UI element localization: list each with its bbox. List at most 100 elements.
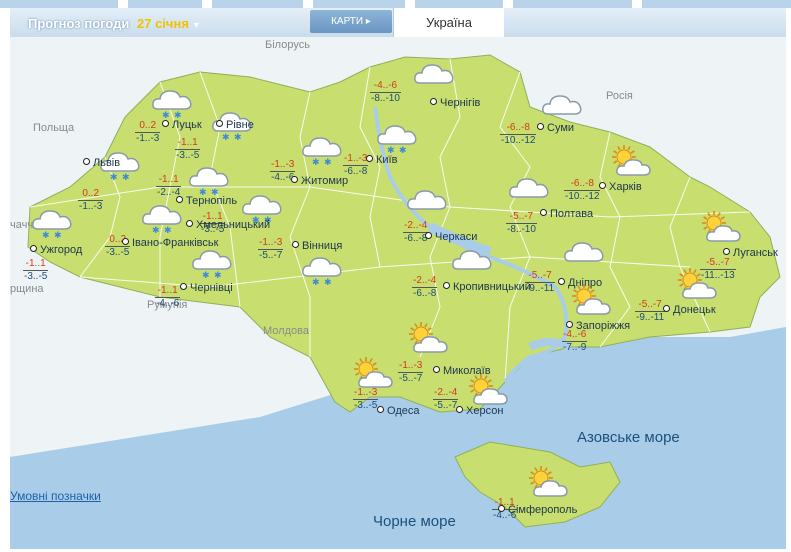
city-marker[interactable]: Кропивницький — [443, 281, 531, 293]
city-marker[interactable]: Чернівці — [180, 282, 233, 294]
country-label-poland: Польща — [33, 122, 75, 134]
day-temperature: -4..-6 — [370, 80, 401, 93]
day-temperature: -2..-4 — [412, 275, 438, 288]
day-temperature: -5..-7 — [635, 299, 666, 312]
temperature-block: -5..-7 -9..-11 — [525, 270, 556, 295]
temperature-block: -5..-7 -8..-10 — [506, 211, 537, 236]
temperature-block: 0..2 -1..-3 — [135, 120, 161, 145]
city-dot-icon — [430, 98, 437, 105]
svg-text:✱: ✱ — [214, 271, 222, 279]
temperature-block: -1..-3 -5..-7 — [258, 237, 284, 262]
temperature-block: -6..-8 -10..-12 — [500, 122, 537, 147]
day-temperature: -1..1 — [155, 285, 181, 298]
night-temperature: -5..-7 — [434, 400, 458, 411]
city-marker[interactable]: Чернігів — [430, 97, 480, 109]
city-dot-icon — [366, 155, 373, 162]
country-label-moldova: Молдова — [263, 325, 309, 337]
city-dot-icon — [291, 176, 298, 183]
sea-label-black: Чорне море — [373, 513, 456, 530]
city-dot-icon — [456, 406, 463, 413]
day-temperature: -1..1 — [156, 174, 182, 187]
city-marker[interactable]: Полтава — [540, 208, 593, 220]
date-selector[interactable]: 27 січня ▼ — [137, 16, 201, 31]
city-dot-icon — [443, 282, 450, 289]
city-marker[interactable]: Львів — [83, 157, 120, 169]
night-temperature: -9..-11 — [526, 283, 555, 294]
city-marker[interactable]: Запоріжжя — [566, 320, 630, 332]
night-temperature: -6..-8 — [413, 288, 437, 299]
country-label-belarus: Білорусь — [265, 39, 310, 51]
day-temperature: -2..-4 — [433, 387, 459, 400]
city-marker[interactable]: Тернопіль — [176, 195, 237, 207]
svg-text:✱: ✱ — [164, 226, 172, 234]
night-temperature: -8..-10 — [371, 93, 400, 104]
temperature-block: -5..-7 -9..-11 — [635, 299, 666, 324]
legend-link[interactable]: Умовні позначки — [10, 489, 101, 503]
day-temperature: -5..-7 — [506, 211, 537, 224]
city-marker[interactable]: Луцьк — [162, 119, 202, 131]
svg-text:✱: ✱ — [110, 173, 118, 181]
city-name: Житомир — [301, 175, 349, 187]
city-marker[interactable]: Херсон — [456, 405, 503, 417]
city-marker[interactable]: Суми — [537, 122, 574, 134]
svg-text:✱: ✱ — [54, 231, 62, 239]
day-temperature: -1..-3 — [270, 159, 296, 172]
city-marker[interactable]: Рівне — [216, 119, 254, 131]
temperature-block: -6..-8 -10..-12 — [564, 178, 601, 203]
svg-text:✱: ✱ — [122, 173, 130, 181]
night-temperature: -5..-7 — [399, 373, 423, 384]
day-temperature: -1..-3 — [398, 360, 424, 373]
night-temperature: -8..-10 — [507, 224, 536, 235]
temperature-block: -1..1 -4..-6 — [155, 285, 181, 310]
city-name: Хмельницький — [196, 219, 271, 231]
day-temperature: -1..-3 — [258, 237, 284, 250]
city-dot-icon — [425, 232, 432, 239]
city-marker[interactable]: Вінниця — [292, 240, 342, 252]
night-temperature: -1..-3 — [79, 201, 103, 212]
city-marker[interactable]: Київ — [366, 154, 397, 166]
city-dot-icon — [566, 321, 573, 328]
city-dot-icon — [122, 238, 129, 245]
top-tab-strip — [0, 0, 791, 8]
svg-text:✱: ✱ — [324, 278, 332, 286]
city-marker[interactable]: Хмельницький — [186, 219, 270, 231]
city-marker[interactable]: Житомир — [291, 175, 348, 187]
day-temperature: -6..-8 — [564, 178, 601, 191]
night-temperature: -4..-6 — [156, 298, 180, 309]
svg-text:✱: ✱ — [399, 146, 407, 154]
page-title: Прогноз погоди — [28, 16, 130, 31]
city-marker[interactable]: Черкаси — [425, 231, 477, 243]
city-marker[interactable]: Сімферополь — [498, 504, 577, 516]
city-marker[interactable]: Харків — [599, 181, 642, 193]
night-temperature: -10..-12 — [501, 135, 536, 146]
city-dot-icon — [216, 120, 223, 127]
day-temperature: -1..1 — [23, 258, 49, 271]
city-marker[interactable]: Ужгород — [30, 244, 82, 256]
city-name: Ужгород — [40, 244, 83, 256]
city-dot-icon — [599, 182, 606, 189]
city-name: Донецьк — [673, 304, 716, 316]
day-temperature: -1..1 — [175, 137, 201, 150]
day-temperature: 0..2 — [135, 120, 161, 133]
city-marker[interactable]: Одеса — [377, 405, 419, 417]
weather-map: Білорусь Польща Росія Румунія Молдова ча… — [10, 37, 786, 549]
svg-text:✱: ✱ — [42, 231, 50, 239]
city-marker[interactable]: Донецьк — [663, 304, 716, 316]
city-dot-icon — [162, 120, 169, 127]
date-label: 27 січня — [137, 16, 189, 31]
city-marker[interactable]: Луганськ — [723, 247, 778, 259]
tab-ukraine[interactable]: Україна — [393, 8, 504, 37]
country-label-russia: Росія — [606, 90, 633, 102]
city-dot-icon — [292, 241, 299, 248]
city-name: Тернопіль — [186, 195, 238, 207]
temperature-block: -1..-3 -5..-7 — [398, 360, 424, 385]
svg-text:✱: ✱ — [234, 133, 242, 141]
city-dot-icon — [540, 209, 547, 216]
maps-button[interactable]: КАРТИ ▸ — [310, 10, 392, 33]
night-temperature: -3..-5 — [24, 271, 48, 282]
city-dot-icon — [558, 278, 565, 285]
day-temperature: -1..-3 — [353, 387, 379, 400]
city-name: Сімферополь — [508, 504, 578, 516]
svg-text:✱: ✱ — [312, 278, 320, 286]
temperature-block: -1..1 -3..-5 — [175, 137, 201, 162]
